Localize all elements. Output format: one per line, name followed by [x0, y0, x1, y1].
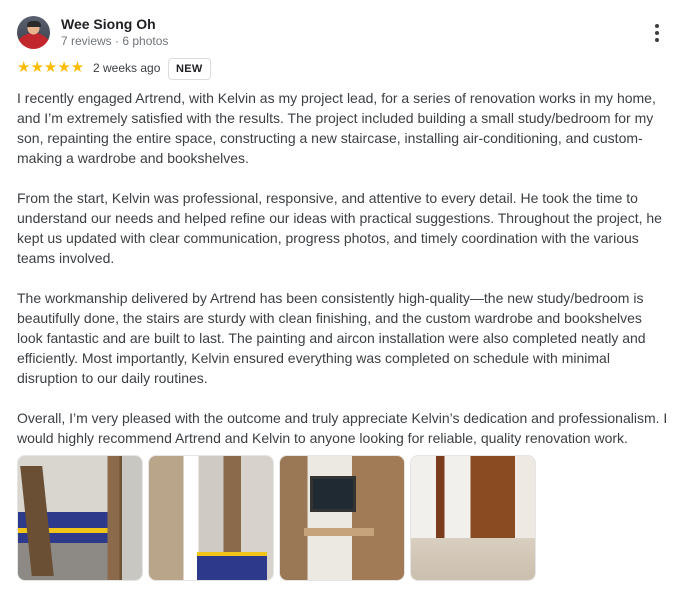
avatar-hair: [27, 21, 41, 27]
review-card: Wee Siong Oh 7 reviews · 6 photos ★★★★★ …: [0, 0, 681, 594]
review-photo-study[interactable]: [279, 455, 405, 581]
review-date: 2 weeks ago: [93, 61, 161, 75]
review-text: I recently engaged Artrend, with Kelvin …: [17, 88, 669, 468]
reviewer-meta: 7 reviews · 6 photos: [61, 34, 169, 48]
review-paragraph: The workmanship delivered by Artrend has…: [17, 290, 646, 386]
review-paragraph: From the start, Kelvin was professional,…: [17, 190, 662, 266]
review-paragraph: I recently engaged Artrend, with Kelvin …: [17, 90, 656, 166]
star-rating: ★★★★★: [17, 59, 85, 76]
more-options-icon[interactable]: [646, 22, 668, 44]
avatar[interactable]: [17, 16, 50, 49]
new-badge: NEW: [168, 58, 211, 80]
review-photo-bedroom[interactable]: [17, 455, 143, 581]
reviewer-name[interactable]: Wee Siong Oh: [61, 16, 156, 32]
review-paragraph: Overall, I’m very pleased with the outco…: [17, 410, 668, 446]
review-photo-wardrobe[interactable]: [148, 455, 274, 581]
review-photos: [17, 455, 536, 581]
review-photo-entrance[interactable]: [410, 455, 536, 581]
